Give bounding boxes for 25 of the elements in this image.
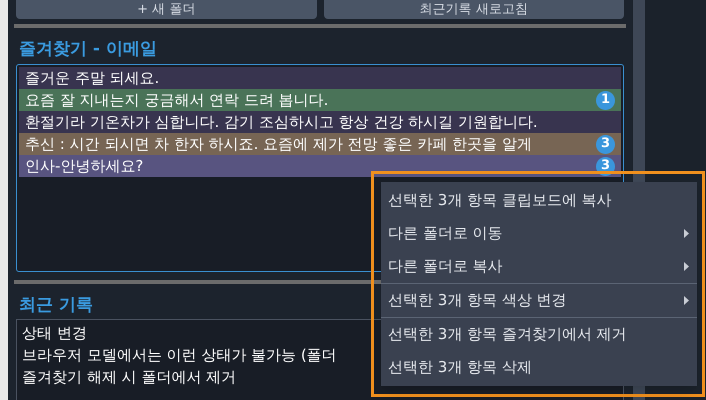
favorite-text: 환절기라 기온차가 심합니다. 감기 조심하시고 항상 건강 하시길 기원합니다. [25, 112, 539, 132]
menu-item[interactable]: 선택한 3개 항목 색상 변경 [381, 284, 697, 318]
menu-item[interactable]: 다른 폴더로 이동 [381, 217, 697, 250]
favorite-text: 인사-안녕하세요? [25, 156, 144, 176]
count-badge: 1 [596, 90, 615, 110]
favorite-row[interactable]: 추신 : 시간 되시면 차 한자 하시죠. 요즘에 제가 전망 좋은 카페 한곳을 알게 3 [19, 133, 621, 155]
favorite-row[interactable]: 인사-안녕하세요? 3 [19, 155, 621, 177]
favorite-text: 요즘 잘 지내는지 궁금해서 연락 드려 봅니다. [25, 90, 330, 110]
favorite-row[interactable]: 즐거운 주말 되세요. [19, 67, 621, 89]
menu-item[interactable]: 선택한 3개 항목 삭제 [381, 351, 697, 384]
submenu-arrow-icon [684, 229, 689, 238]
menu-item[interactable]: 선택한 3개 항목 클립보드에 복사 [381, 184, 697, 217]
section-title: 최근 기록 [19, 294, 93, 316]
favorite-row[interactable]: 환절기라 기온차가 심합니다. 감기 조심하시고 항상 건강 하시길 기원합니다. [19, 111, 621, 133]
menu-item[interactable]: 선택한 3개 항목 즐겨찾기에서 제거 [381, 318, 697, 351]
toolbar-button[interactable]: + 새 폴더 [16, 0, 316, 19]
favorite-text: 추신 : 시간 되시면 차 한자 하시죠. 요즘에 제가 전망 좋은 카페 한곳을 알게 [25, 134, 533, 154]
submenu-arrow-icon [684, 262, 689, 271]
section-title: 즐겨찾기 - 이메일 [19, 38, 157, 60]
count-badge: 3 [596, 134, 615, 154]
favorite-text: 즐거운 주말 되세요. [25, 68, 160, 88]
favorite-row[interactable]: 요즘 잘 지내는지 궁금해서 연락 드려 봅니다. 1 [19, 89, 621, 111]
menu-item[interactable]: 다른 폴더로 복사 [381, 250, 697, 284]
toolbar-button[interactable]: 최근기록 새로고침 [324, 0, 624, 19]
submenu-arrow-icon [684, 296, 689, 305]
